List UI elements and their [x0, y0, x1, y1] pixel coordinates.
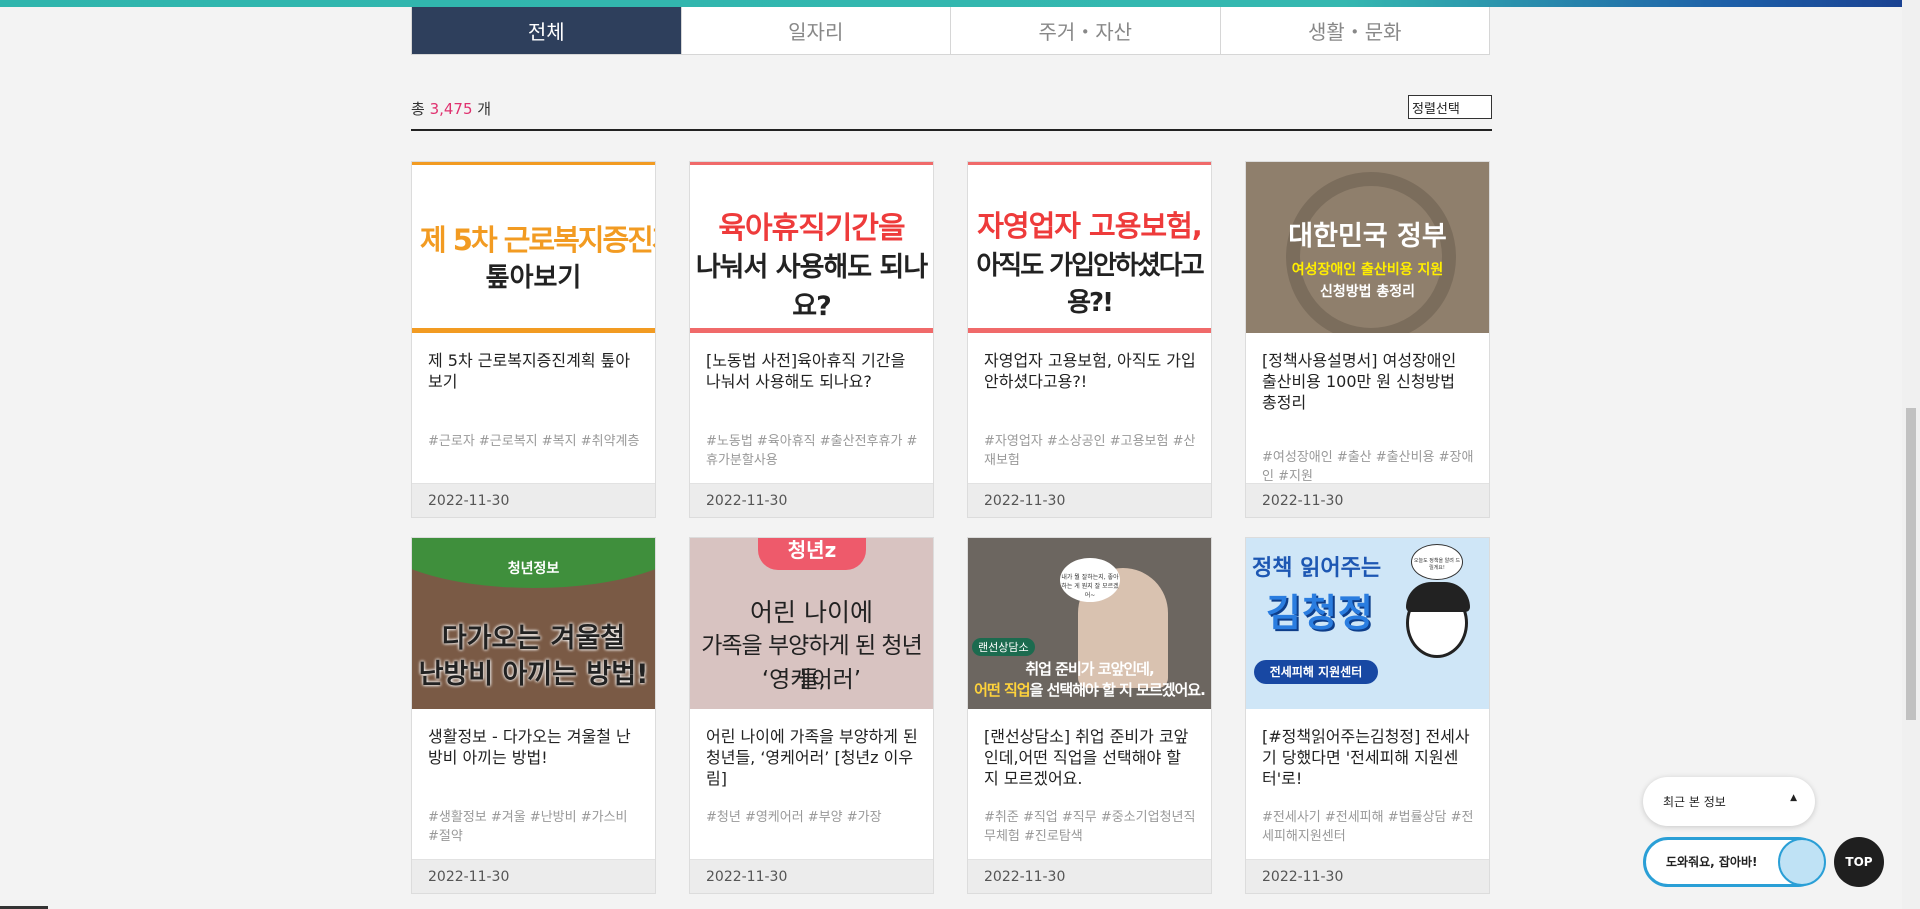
sort-select[interactable]: 정렬선택	[1408, 95, 1492, 119]
thumb-text: 신청방법 총정리	[1319, 284, 1416, 300]
card-title[interactable]: [노동법 사전]육아휴직 기간을 나눠서 사용해도 되나요?	[706, 350, 918, 392]
card-date: 2022-11-30	[690, 483, 933, 517]
speech-bubble: 오늘도 정책을 알려 드릴게요!	[1411, 544, 1463, 580]
tab-housing-assets[interactable]: 주거・자산	[951, 7, 1221, 54]
helper-chatbot-button[interactable]: 도와줘요, 잡아바!	[1643, 837, 1826, 887]
thumb-text: 청년정보	[507, 561, 560, 577]
card-tags: #생활정보 #겨울 #난방비 #가스비 #절약	[428, 810, 628, 844]
thumb-text: 취업 준비가 코앞인데,	[1025, 660, 1154, 678]
card-thumbnail: 자영업자 고용보험, 아직도 가입안하셨다고용?!	[968, 162, 1211, 333]
thumb-text: 김청정	[1266, 591, 1374, 635]
count-suffix: 개	[472, 100, 492, 118]
card-thumbnail: 내가 뭘 잘하는지, 좋아하는 게 뭔지 잘 모르겠어~ 랜선상담소 취업 준비…	[968, 538, 1211, 709]
card-thumbnail: 정책 읽어주는 김청정 전세피해 지원센터 오늘도 정책을 알려 드릴게요!	[1246, 538, 1489, 709]
thumb-text: 정책 읽어주는	[1252, 556, 1382, 581]
content-card[interactable]: 자영업자 고용보험, 아직도 가입안하셨다고용?! 자영업자 고용보험, 아직도…	[967, 161, 1212, 518]
card-title[interactable]: 자영업자 고용보험, 아직도 가입안하셨다고용?!	[984, 350, 1196, 392]
list-divider	[411, 129, 1492, 131]
card-date: 2022-11-30	[1246, 483, 1489, 517]
scrollbar-thumb[interactable]	[1906, 408, 1916, 720]
card-title[interactable]: 제 5차 근로복지증진계획 톺아보기	[428, 350, 640, 392]
card-tags: #노동법 #육아휴직 #출산전후휴가 #휴가분할사용	[706, 434, 918, 468]
top-accent-bar	[0, 0, 1920, 7]
tab-jobs[interactable]: 일자리	[682, 7, 951, 54]
card-title[interactable]: 어린 나이에 가족을 부양하게 된 청년들, ‘영케어러’ [청년z 이우림]	[706, 726, 918, 789]
card-tags: #근로자 #근로복지 #복지 #취약계층	[428, 434, 640, 449]
page-scrollbar[interactable]	[1902, 0, 1920, 909]
thumb-text: 대한민국 정부	[1288, 221, 1447, 252]
card-date: 2022-11-30	[968, 483, 1211, 517]
thumb-text: 다가오는 겨울철	[441, 623, 626, 654]
count-number: 3,475	[429, 100, 473, 118]
card-title[interactable]: [#정책읽어주는김청정] 전세사기 당했다면 '전세피해 지원센터'로!	[1262, 726, 1474, 789]
character-hair	[1406, 582, 1470, 612]
card-thumbnail: 청년z 어린 나이에 가족을 부양하게 된 청년들, ‘영케어러’	[690, 538, 933, 709]
content-card[interactable]: 내가 뭘 잘하는지, 좋아하는 게 뭔지 잘 모르겠어~ 랜선상담소 취업 준비…	[967, 537, 1212, 894]
thumb-text: 난방비 아끼는 방법!	[418, 659, 649, 690]
content-card[interactable]: 제 5차 근로복지증진계획 톺아보기 제 5차 근로복지증진계획 톺아보기 #근…	[411, 161, 656, 518]
card-title[interactable]: [랜선상담소] 취업 준비가 코앞인데,어떤 직업을 선택해야 할 지 모르겠어…	[984, 726, 1196, 789]
scroll-top-button[interactable]: TOP	[1834, 837, 1884, 887]
card-date: 2022-11-30	[690, 859, 933, 893]
thumb-text: 자영업자 고용보험,	[977, 209, 1203, 243]
content-card[interactable]: 정책 읽어주는 김청정 전세피해 지원센터 오늘도 정책을 알려 드릴게요! […	[1245, 537, 1490, 894]
card-tags: #청년 #영케어러 #부양 #가장	[706, 810, 882, 825]
thumb-text: 을 선택해야 할 지 모르겠어요.	[1029, 681, 1206, 699]
thumb-text: 랜선상담소	[972, 638, 1035, 656]
tab-all[interactable]: 전체	[412, 7, 682, 54]
helper-label: 도와줘요, 잡아바!	[1666, 855, 1758, 869]
caret-up-icon: ▲	[1790, 793, 1797, 803]
card-thumbnail: 대한민국 정부 여성장애인 출산비용 지원 신청방법 총정리	[1246, 162, 1489, 333]
card-tags: #취준 #직업 #직무 #중소기업청년직무체험 #진로탐색	[984, 810, 1196, 844]
card-thumbnail: 제 5차 근로복지증진계획 톺아보기	[412, 162, 655, 333]
card-tags: #전세사기 #전세피해 #법률상담 #전세피해지원센터	[1262, 810, 1474, 844]
thumb-text: 어린 나이에	[750, 598, 873, 627]
count-prefix: 총	[411, 100, 430, 118]
mascot-icon	[1778, 838, 1826, 886]
content-card[interactable]: 대한민국 정부 여성장애인 출산비용 지원 신청방법 총정리 [정책사용설명서]…	[1245, 161, 1490, 518]
card-date: 2022-11-30	[968, 859, 1211, 893]
content-card[interactable]: 청년z 어린 나이에 가족을 부양하게 된 청년들, ‘영케어러’ 어린 나이에…	[689, 537, 934, 894]
card-date: 2022-11-30	[412, 483, 655, 517]
thumb-text: 나눠서 사용해도 되나요?	[695, 252, 928, 322]
category-tabs: 전체 일자리 주거・자산 생활・문화	[411, 7, 1490, 55]
recent-viewed-label: 최근 본 정보	[1663, 795, 1726, 809]
speech-bubble: 내가 뭘 잘하는지, 좋아하는 게 뭔지 잘 모르겠어~	[1060, 558, 1120, 602]
card-thumbnail: 육아휴직기간을 나눠서 사용해도 되나요?	[690, 162, 933, 333]
card-thumbnail: 청년정보 다가오는 겨울철 난방비 아끼는 방법!	[412, 538, 655, 709]
thumb-text: 육아휴직기간을	[718, 211, 905, 246]
card-tags: #자영업자 #소상공인 #고용보험 #산재보험	[984, 434, 1196, 468]
thumb-text: 전세피해 지원센터	[1254, 660, 1378, 684]
card-title[interactable]: [정책사용설명서] 여성장애인 출산비용 100만 원 신청방법 총정리	[1262, 350, 1474, 413]
thumb-text: 아직도 가입안하셨다고용?!	[976, 251, 1204, 318]
content-card[interactable]: 육아휴직기간을 나눠서 사용해도 되나요? [노동법 사전]육아휴직 기간을 나…	[689, 161, 934, 518]
result-count: 총 3,475 개	[411, 98, 491, 119]
tab-life-culture[interactable]: 생활・문화	[1221, 7, 1490, 54]
recent-viewed-toggle[interactable]: 최근 본 정보 ▲	[1643, 777, 1815, 826]
card-title[interactable]: 생활정보 - 다가오는 겨울철 난방비 아끼는 방법!	[428, 726, 640, 768]
thumb-text: 어떤 직업을 선택해야 할 지 모르겠어요.	[968, 679, 1211, 700]
thumb-text: 여성장애인 출산비용 지원	[1291, 262, 1444, 278]
thumb-highlight: 어떤 직업	[974, 681, 1030, 699]
thumb-text: 톺아보기	[485, 263, 582, 293]
content-card[interactable]: 청년정보 다가오는 겨울철 난방비 아끼는 방법! 생활정보 - 다가오는 겨울…	[411, 537, 656, 894]
thumb-text: 청년z	[758, 538, 866, 570]
thumb-text: 제 5차 근로복지증진계획	[420, 223, 655, 257]
card-tags: #여성장애인 #출산 #출산비용 #장애인 #지원	[1262, 450, 1474, 484]
card-date: 2022-11-30	[1246, 859, 1489, 893]
card-date: 2022-11-30	[412, 859, 655, 893]
thumb-text: ‘영케어러’	[761, 667, 862, 693]
